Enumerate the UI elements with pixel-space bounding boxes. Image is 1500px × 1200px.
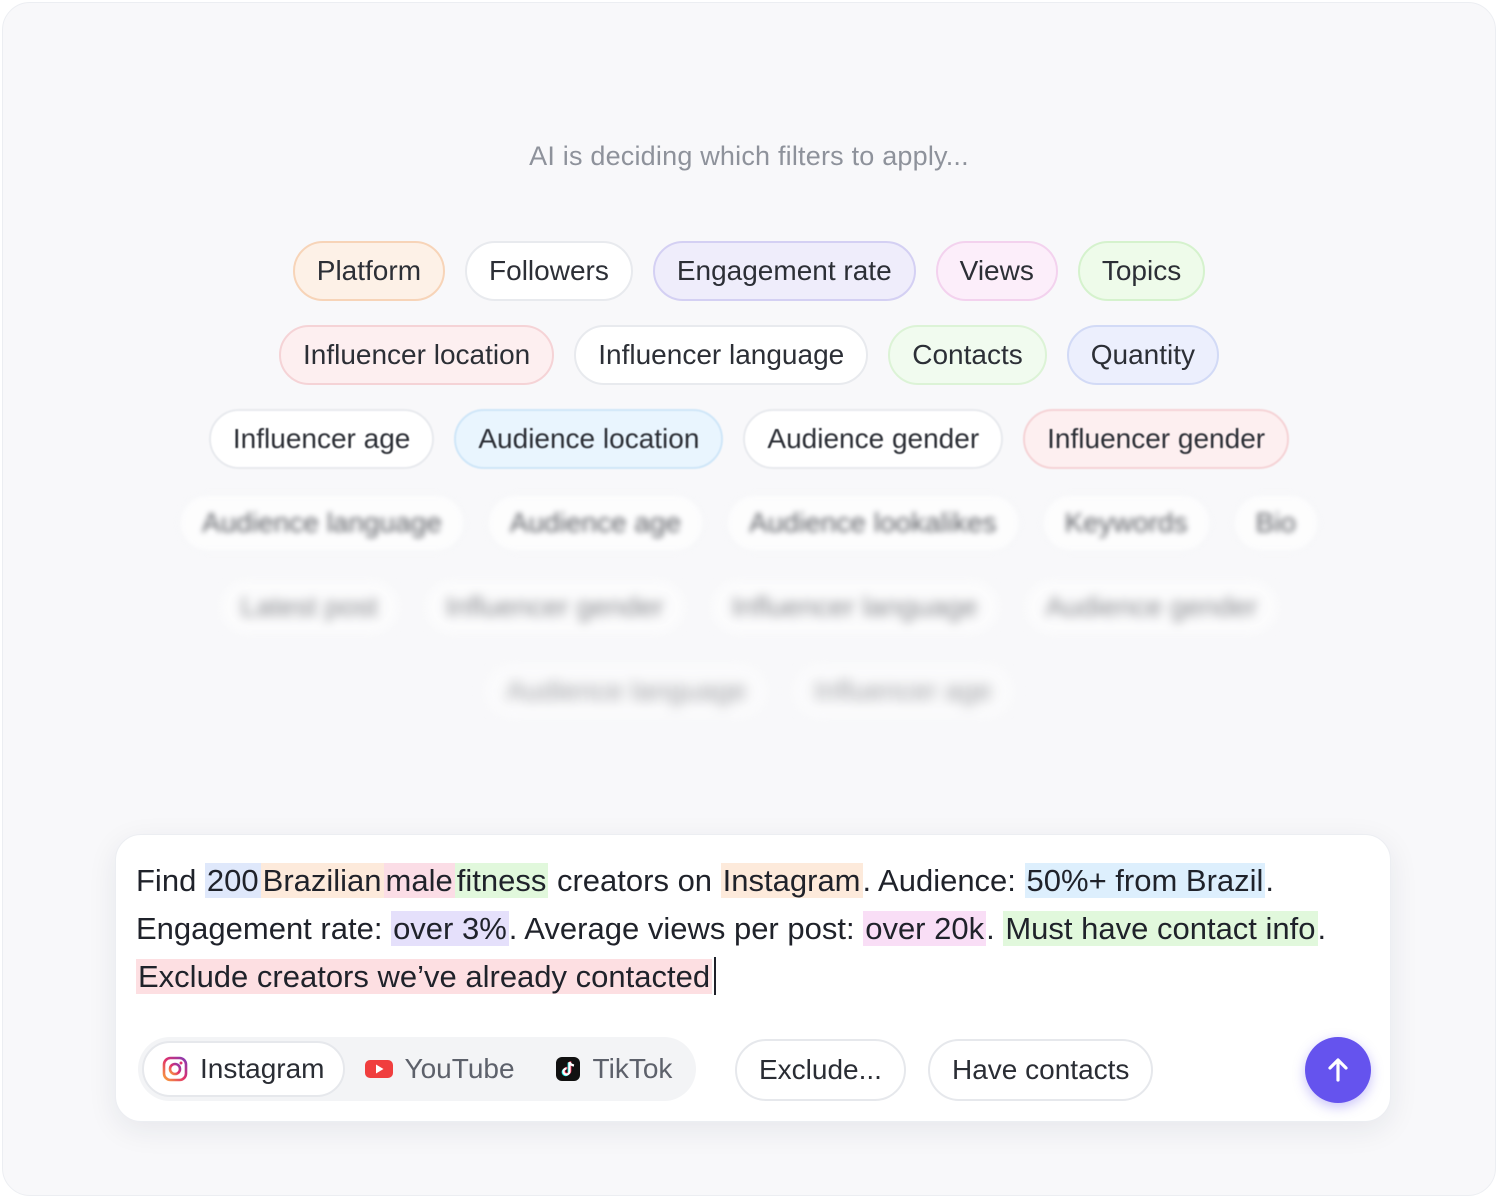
filter-assistant-panel: AI is deciding which filters to apply...… — [2, 2, 1496, 1196]
youtube-icon — [364, 1060, 393, 1078]
filter-chip-engagement-rate[interactable]: Engagement rate — [652, 241, 916, 301]
filter-chip-influencer-age[interactable]: Influencer age — [208, 409, 435, 469]
filter-chip-audience-language: Audience language — [482, 661, 771, 721]
filter-row-faded: Audience language Audience age Audience … — [3, 493, 1495, 553]
filter-chip-audience-gender: Audience gender — [1021, 577, 1282, 637]
filter-chip-bio: Bio — [1231, 493, 1320, 553]
filter-chip-quantity[interactable]: Quantity — [1066, 325, 1220, 385]
highlight-gender: male — [383, 863, 455, 898]
have-contacts-button[interactable]: Have contacts — [928, 1039, 1154, 1101]
platform-label: Instagram — [200, 1053, 325, 1084]
filter-chip-topics[interactable]: Topics — [1077, 241, 1206, 301]
highlight-topic: fitness — [454, 863, 549, 898]
filter-row: Influencer location Influencer language … — [3, 325, 1495, 385]
filter-chip-followers[interactable]: Followers — [465, 241, 633, 301]
arrow-up-icon — [1328, 1058, 1348, 1082]
platform-selector: Instagram YouTube TikTok — [138, 1037, 697, 1101]
platform-tab-tiktok[interactable]: TikTok — [535, 1041, 693, 1097]
filter-chip-keywords: Keywords — [1040, 493, 1212, 553]
filter-chip-influencer-gender: Influencer gender — [421, 577, 688, 637]
filter-row-faded: Audience language Influencer age — [3, 661, 1495, 721]
prompt-text: . Average views per post: — [508, 911, 864, 946]
text-caret — [714, 957, 717, 995]
highlight-exclude: Exclude creators we’ve already contacted — [136, 959, 713, 994]
tiktok-icon — [555, 1057, 580, 1081]
filter-chip-audience-language: Audience language — [178, 493, 466, 553]
filter-chip-audience-location[interactable]: Audience location — [454, 409, 724, 469]
prompt-text: . — [1317, 911, 1327, 946]
ai-status-text: AI is deciding which filters to apply... — [529, 141, 969, 171]
highlight-quantity: 200 — [204, 863, 261, 898]
platform-tab-instagram[interactable]: Instagram — [142, 1041, 345, 1097]
filter-chip-views[interactable]: Views — [935, 241, 1058, 301]
filter-chip-influencer-location[interactable]: Influencer location — [278, 325, 555, 385]
platform-label: YouTube — [404, 1053, 515, 1084]
filter-chip-influencer-age: Influencer age — [790, 661, 1016, 721]
highlight-contacts: Must have contact info — [1003, 911, 1318, 946]
filter-chip-audience-age: Audience age — [485, 493, 706, 553]
highlight-engagement-rate: over 3% — [391, 911, 509, 946]
filter-row-faded: Latest post Influencer gender Influencer… — [3, 577, 1495, 637]
highlight-audience-location: 50%+ from Brazil — [1024, 863, 1266, 898]
send-button[interactable] — [1305, 1037, 1371, 1103]
filter-chip-latest-post: Latest post — [216, 577, 402, 637]
filter-row: Influencer age Audience location Audienc… — [3, 409, 1495, 469]
filter-chip-influencer-language: Influencer language — [707, 577, 1002, 637]
instagram-icon — [162, 1056, 188, 1082]
exclude-button[interactable]: Exclude... — [735, 1039, 906, 1101]
filter-chip-audience-gender[interactable]: Audience gender — [743, 409, 1004, 469]
filter-chip-platform[interactable]: Platform — [292, 241, 446, 301]
highlight-views: over 20k — [863, 911, 987, 946]
prompt-text: . Audience: — [862, 863, 1025, 898]
filter-chip-influencer-language[interactable]: Influencer language — [574, 325, 869, 385]
filter-chip-audience-lookalikes: Audience lookalikes — [725, 493, 1021, 553]
prompt-composer[interactable]: Find 200 Brazilian male fitness creators on… — [115, 834, 1391, 1122]
prompt-text: . — [986, 911, 1004, 946]
filter-chip-contacts[interactable]: Contacts — [888, 325, 1047, 385]
highlight-platform: Instagram — [720, 863, 863, 898]
platform-label: TikTok — [592, 1053, 673, 1084]
platform-tab-youtube[interactable]: YouTube — [345, 1041, 535, 1097]
prompt-text: Find — [136, 863, 205, 898]
highlight-location: Brazilian — [260, 863, 384, 898]
filter-chip-influencer-gender[interactable]: Influencer gender — [1023, 409, 1290, 469]
prompt-text: creators on — [548, 863, 721, 898]
filter-row: Platform Followers Engagement rate Views… — [3, 241, 1495, 301]
prompt-input[interactable]: Find 200 Brazilian male fitness creators on… — [136, 857, 1356, 1001]
